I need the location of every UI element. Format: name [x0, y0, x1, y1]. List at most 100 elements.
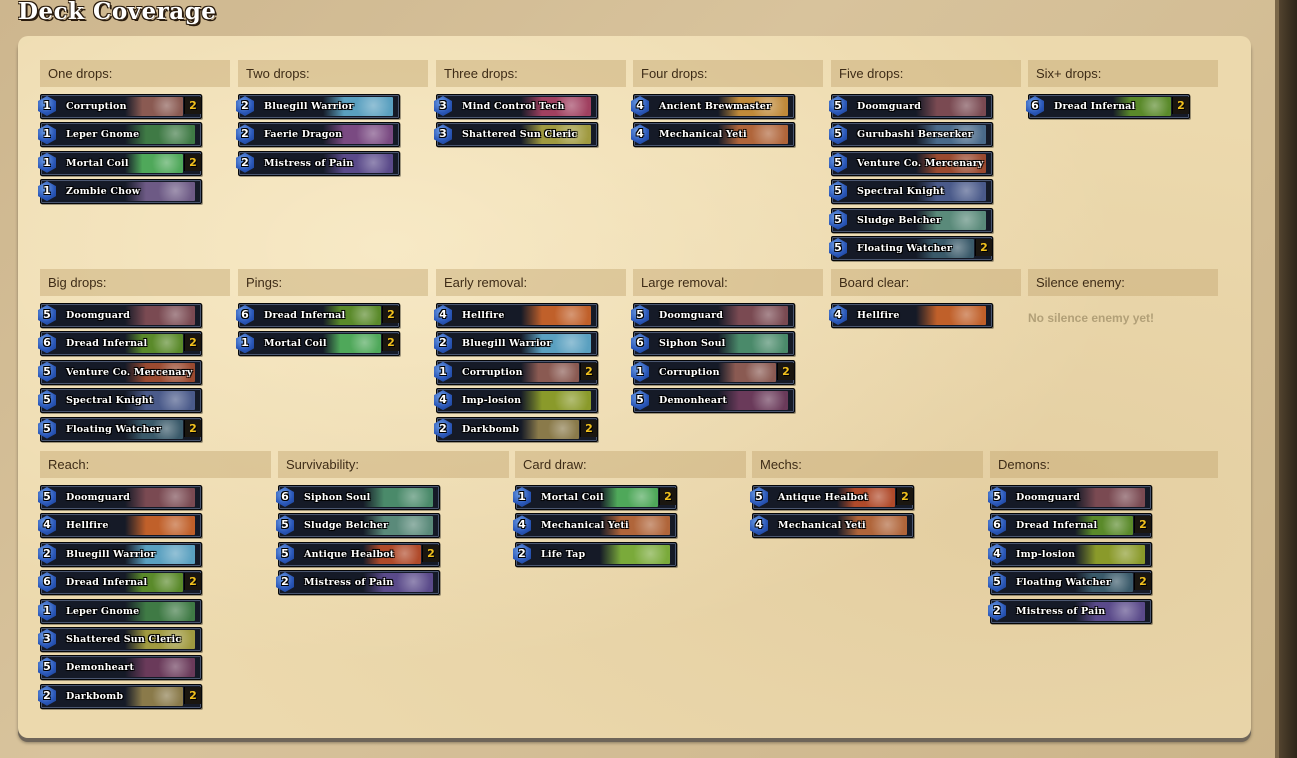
card-tile-dread-infernal[interactable]: 6 Dread Infernal 2 [38, 331, 202, 357]
empty-category-message: No silence enemy yet! [1028, 311, 1155, 325]
card-name: Mistress of Pain [304, 577, 394, 589]
card-tile-doomguard[interactable]: 5 Doomguard [38, 485, 202, 510]
category-heading: Demons: [990, 451, 1218, 478]
card-tile-ancient-brewmaster[interactable]: 4 Ancient Brewmaster [631, 94, 795, 119]
mana-cost-gem: 5 [38, 418, 56, 439]
card-tile-mistress-of-pain[interactable]: 2 Mistress of Pain [236, 150, 400, 176]
card-tile-antique-healbot[interactable]: 5 Antique Healbot 2 [750, 485, 914, 510]
card-tile-antique-healbot[interactable]: 5 Antique Healbot 2 [276, 541, 440, 567]
card-art [363, 488, 433, 507]
card-tile-doomguard[interactable]: 5 Doomguard [988, 485, 1152, 510]
card-art [916, 306, 986, 325]
card-tile-mechanical-yeti[interactable]: 4 Mechanical Yeti [513, 513, 677, 539]
card-tile-imp-losion[interactable]: 4 Imp-losion [988, 541, 1152, 567]
card-name: Dread Infernal [1054, 101, 1136, 112]
mana-cost-gem: 5 [38, 390, 56, 411]
card-list: 6 Dread Infernal 2 [1026, 87, 1218, 119]
card-tile-zombie-chow[interactable]: 1 Zombie Chow [38, 179, 202, 205]
card-art [125, 488, 195, 507]
card-tile-doomguard[interactable]: 5 Doomguard [631, 303, 795, 328]
category-six-drops: Six+ drops: 6 Dread Infernal 2 [1026, 60, 1218, 122]
card-tile-imp-losion[interactable]: 4 Imp-losion [434, 388, 598, 414]
card-tile-hellfire[interactable]: 4 Hellfire [829, 303, 993, 328]
mana-cost-gem: 1 [38, 600, 56, 621]
card-tile-hellfire[interactable]: 4 Hellfire [434, 303, 598, 328]
card-tile-floating-watcher[interactable]: 5 Floating Watcher 2 [38, 416, 202, 442]
mana-cost-gem: 2 [236, 152, 254, 173]
card-tile-faerie-dragon[interactable]: 2 Faerie Dragon [236, 122, 400, 148]
card-tile-mortal-coil[interactable]: 1 Mortal Coil 2 [38, 150, 202, 176]
mana-cost-gem: 4 [38, 515, 56, 536]
card-tile-floating-watcher[interactable]: 5 Floating Watcher 2 [829, 235, 993, 261]
card-tile-corruption[interactable]: 1 Corruption 2 [434, 359, 598, 385]
mana-cost-gem: 3 [434, 124, 452, 145]
mana-cost-gem: 4 [829, 305, 847, 325]
card-tile-life-tap[interactable]: 2 Life Tap [513, 541, 677, 567]
card-tile-dread-infernal[interactable]: 6 Dread Infernal 2 [1026, 94, 1190, 119]
card-tile-leper-gnome[interactable]: 1 Leper Gnome [38, 598, 202, 624]
category-heading: Survivability: [278, 451, 509, 478]
card-tile-mortal-coil[interactable]: 1 Mortal Coil 2 [236, 331, 400, 357]
card-tile-gurubashi-berserker[interactable]: 5 Gurubashi Berserker [829, 122, 993, 148]
mana-cost-gem: 3 [434, 96, 452, 116]
card-tile-venture-co-mercenary[interactable]: 5 Venture Co. Mercenary [829, 150, 993, 176]
card-art [521, 362, 579, 382]
card-tile-siphon-soul[interactable]: 6 Siphon Soul [276, 485, 440, 510]
card-tile-shattered-sun-cleric[interactable]: 3 Shattered Sun Cleric [434, 122, 598, 148]
card-tile-dread-infernal[interactable]: 6 Dread Infernal 2 [38, 570, 202, 596]
card-tile-mistress-of-pain[interactable]: 2 Mistress of Pain [276, 570, 440, 596]
card-art [718, 391, 788, 411]
category-heading: Five drops: [831, 60, 1021, 87]
category-heading: Silence enemy: [1028, 269, 1218, 296]
card-tile-leper-gnome[interactable]: 1 Leper Gnome [38, 122, 202, 148]
card-tile-doomguard[interactable]: 5 Doomguard [38, 303, 202, 328]
card-name: Bluegill Warrior [66, 548, 156, 560]
card-tile-darkbomb[interactable]: 2 Darkbomb 2 [434, 416, 598, 442]
card-tile-venture-co-mercenary[interactable]: 5 Venture Co. Mercenary [38, 359, 202, 385]
card-tile-demonheart[interactable]: 5 Demonheart [631, 388, 795, 414]
card-tile-siphon-soul[interactable]: 6 Siphon Soul [631, 331, 795, 357]
card-tile-bluegill-warrior[interactable]: 2 Bluegill Warrior [38, 541, 202, 567]
card-tile-mistress-of-pain[interactable]: 2 Mistress of Pain [988, 598, 1152, 624]
card-name: Siphon Soul [659, 338, 726, 350]
card-art [718, 362, 776, 382]
card-tile-sludge-belcher[interactable]: 5 Sludge Belcher [829, 207, 993, 233]
card-tile-bluegill-warrior[interactable]: 2 Bluegill Warrior [434, 331, 598, 357]
card-tile-corruption[interactable]: 1 Corruption 2 [631, 359, 795, 385]
card-name: Gurubashi Berserker [857, 129, 973, 141]
card-tile-corruption[interactable]: 1 Corruption 2 [38, 94, 202, 119]
card-name: Doomguard [659, 310, 724, 321]
card-tile-mind-control-tech[interactable]: 3 Mind Control Tech [434, 94, 598, 119]
category-five-drops: Five drops: 5 Doomguard 5 Gurubashi Berserke… [829, 60, 1021, 264]
card-tile-demonheart[interactable]: 5 Demonheart [38, 655, 202, 681]
card-tile-mechanical-yeti[interactable]: 4 Mechanical Yeti [631, 122, 795, 148]
card-name: Imp-losion [1016, 548, 1076, 560]
card-name: Leper Gnome [66, 605, 140, 617]
card-tile-doomguard[interactable]: 5 Doomguard [829, 94, 993, 119]
card-name: Dread Infernal [264, 310, 346, 321]
card-art [916, 97, 986, 116]
card-tile-mortal-coil[interactable]: 1 Mortal Coil 2 [513, 485, 677, 510]
card-tile-hellfire[interactable]: 4 Hellfire [38, 513, 202, 539]
card-tile-sludge-belcher[interactable]: 5 Sludge Belcher [276, 513, 440, 539]
card-list: 6 Siphon Soul 5 Sludge Belcher 5 Antique Heal… [276, 478, 509, 596]
card-tile-floating-watcher[interactable]: 5 Floating Watcher 2 [988, 570, 1152, 596]
card-art [600, 488, 658, 507]
card-tile-bluegill-warrior[interactable]: 2 Bluegill Warrior [236, 94, 400, 119]
card-tile-mechanical-yeti[interactable]: 4 Mechanical Yeti [750, 513, 914, 539]
card-tile-spectral-knight[interactable]: 5 Spectral Knight [38, 388, 202, 414]
card-list: No silence enemy yet! [1028, 296, 1218, 325]
card-tile-darkbomb[interactable]: 2 Darkbomb 2 [38, 683, 202, 709]
category-silence-enemy: Silence enemy: No silence enemy yet! [1028, 269, 1218, 325]
card-count-badge: 2 [896, 488, 913, 505]
card-tile-shattered-sun-cleric[interactable]: 3 Shattered Sun Cleric [38, 626, 202, 652]
card-count-badge: 2 [1134, 516, 1151, 534]
card-tile-dread-infernal[interactable]: 6 Dread Infernal 2 [988, 513, 1152, 539]
card-name: Mortal Coil [264, 338, 327, 350]
card-name: Mortal Coil [66, 157, 129, 169]
card-name: Zombie Chow [66, 186, 141, 198]
card-name: Doomguard [66, 310, 131, 321]
card-tile-spectral-knight[interactable]: 5 Spectral Knight [829, 179, 993, 205]
card-tile-dread-infernal[interactable]: 6 Dread Infernal 2 [236, 303, 400, 328]
mana-cost-gem: 4 [988, 543, 1006, 564]
